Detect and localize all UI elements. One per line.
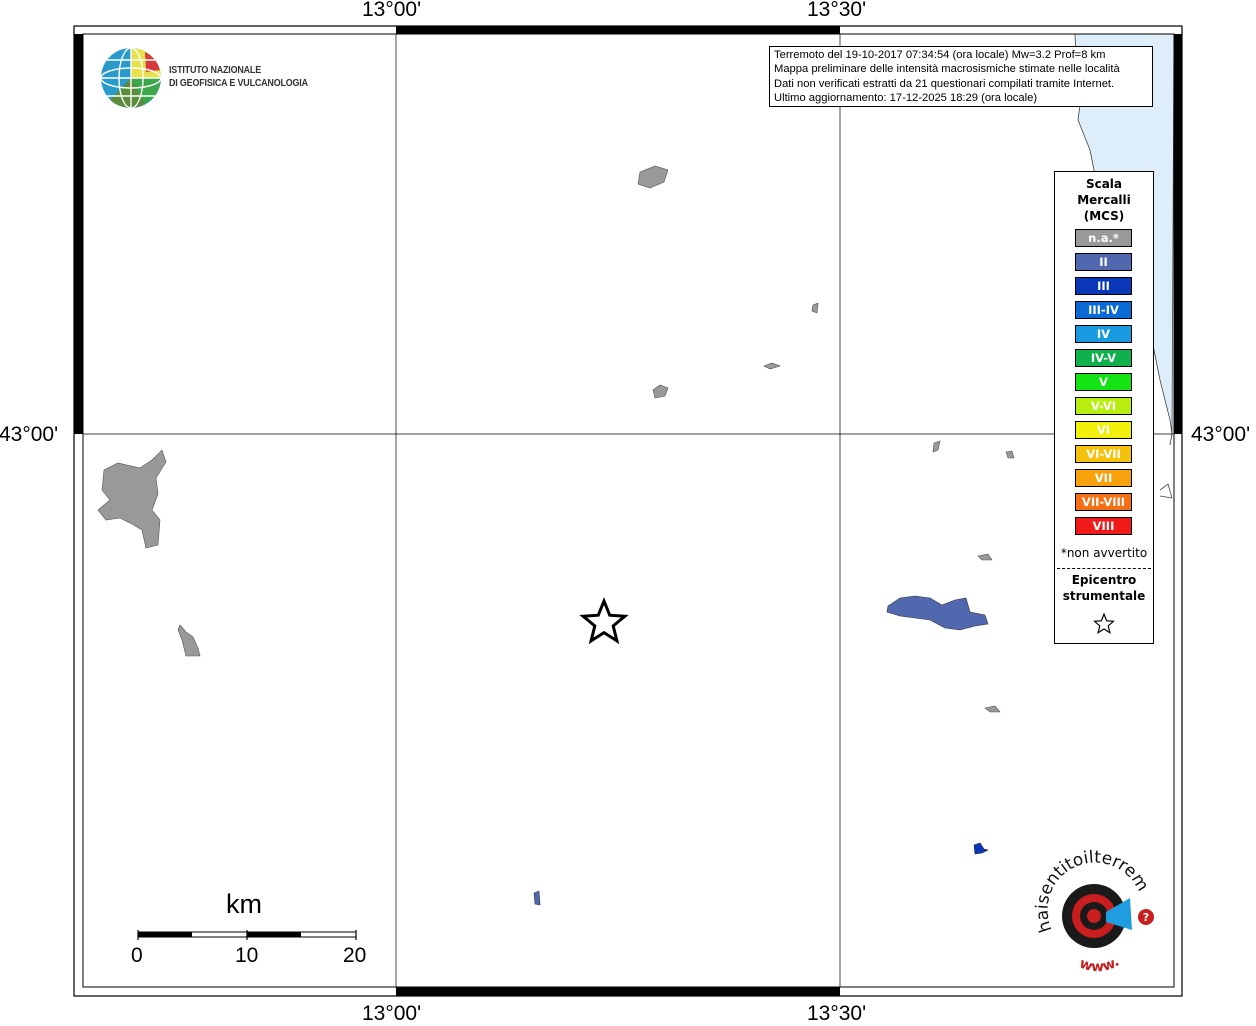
svg-text:?: ? [1143, 911, 1149, 924]
ingv-line1: ISTITUTO NAZIONALE [169, 64, 261, 76]
legend-note: *non avvertito [1060, 546, 1148, 560]
legend-title-3: (MCS) [1083, 209, 1125, 223]
lat-label-left: 43°00' [0, 423, 59, 446]
brand-www: www. [1077, 954, 1122, 975]
legend-item: VI-VII [1075, 445, 1132, 463]
legend-epicenter-2: strumentale [1062, 589, 1146, 603]
legend-title-1: Scala [1085, 177, 1123, 191]
legend-separator [1057, 568, 1151, 569]
legend-item: III-IV [1075, 301, 1132, 319]
ingv-line2: DI GEOFISICA E VULCANOLOGIA [169, 77, 308, 89]
lon-label-bottom-left: 13°00' [362, 1002, 422, 1025]
lon-label-bottom-right: 13°30' [807, 1002, 867, 1025]
scale-tick-20: 20 [343, 944, 367, 967]
intensity-legend: Scala Mercalli (MCS) n.a.* II III III-IV IV I… [1054, 171, 1154, 644]
scale-bar [137, 930, 357, 940]
legend-item: VII-VIII [1075, 493, 1132, 511]
municipalities-iii [973, 842, 989, 855]
inner-frame [82, 33, 1175, 988]
scale-tick-10: 10 [235, 944, 259, 967]
scale-tick-0: 0 [131, 944, 143, 967]
info-last-update: Ultimo aggiornamento: 17-12-2025 18:29 (… [774, 92, 1038, 105]
event-info-box: Terremoto del 19-10-2017 07:34:54 (ora l… [769, 46, 1153, 107]
svg-text:www.: www. [1077, 954, 1122, 975]
frame-bar-left [74, 34, 83, 434]
legend-item: V [1075, 373, 1132, 391]
lat-label-right: 43°00' [1191, 423, 1251, 446]
legend-item: n.a.* [1075, 229, 1132, 247]
coast-fragment [1159, 433, 1173, 499]
frame-bar-top [396, 26, 840, 34]
frame-bar-right [1174, 34, 1182, 434]
ingv-logo-icon [100, 47, 162, 109]
info-event: Terremoto del 19-10-2017 07:34:54 (ora l… [774, 49, 1106, 61]
ingv-logo-text: ISTITUTO NAZIONALE DI GEOFISICA E VULCAN… [169, 64, 308, 90]
legend-star-icon [1093, 613, 1115, 634]
legend-item: III [1075, 277, 1132, 295]
info-data-source: Dati non verificati estratti da 21 quest… [774, 77, 1115, 90]
brand-text: haisentitoilterremoto.it [0, 0, 1153, 935]
scale-unit: km [226, 889, 262, 919]
haisentito-logo-icon: ? haisentitoilterremoto.it www. [0, 0, 1154, 975]
legend-item: IV-V [1075, 349, 1132, 367]
legend-item: VII [1075, 469, 1132, 487]
info-description: Mappa preliminare delle intensità macros… [774, 63, 1120, 76]
epicenter-star-icon[interactable] [579, 596, 629, 645]
legend-item: IV [1075, 325, 1132, 343]
frame-bar-bottom [396, 987, 840, 996]
municipalities-na [97, 165, 1015, 713]
svg-text:haisentitoilterremoto.it: haisentitoilterremoto.it [0, 0, 1153, 935]
legend-item: VI [1075, 421, 1132, 439]
lon-label-top-right: 13°30' [807, 0, 867, 21]
outer-frame [73, 25, 1183, 997]
legend-title-2: Mercalli [1077, 193, 1131, 207]
legend-epicenter-1: Epicentro [1071, 573, 1137, 587]
legend-item: VIII [1075, 517, 1132, 535]
legend-item: V-VI [1075, 397, 1132, 415]
legend-item: II [1075, 253, 1132, 271]
lon-label-top-left: 13°00' [362, 0, 422, 21]
municipalities-ii [533, 595, 989, 906]
